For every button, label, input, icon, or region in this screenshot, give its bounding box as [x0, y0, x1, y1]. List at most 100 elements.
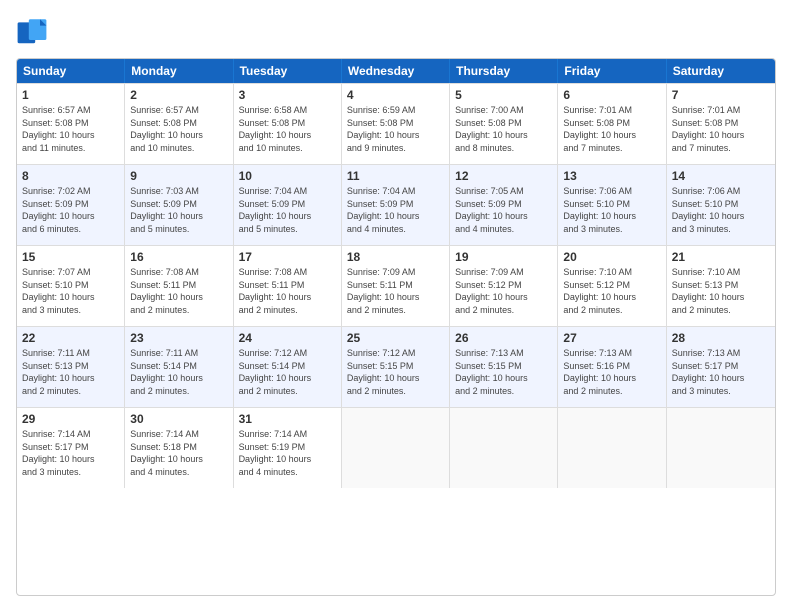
- day-number: 22: [22, 331, 119, 345]
- calendar-cell: 2 Sunrise: 6:57 AMSunset: 5:08 PMDaylight…: [125, 84, 233, 164]
- calendar-cell: 13 Sunrise: 7:06 AMSunset: 5:10 PMDayligh…: [558, 165, 666, 245]
- calendar-cell: 28 Sunrise: 7:13 AMSunset: 5:17 PMDayligh…: [667, 327, 775, 407]
- day-number: 19: [455, 250, 552, 264]
- day-number: 26: [455, 331, 552, 345]
- cell-text: Sunrise: 6:57 AMSunset: 5:08 PMDaylight:…: [130, 104, 227, 154]
- calendar-cell: 3 Sunrise: 6:58 AMSunset: 5:08 PMDaylight…: [234, 84, 342, 164]
- calendar-row: 1 Sunrise: 6:57 AMSunset: 5:08 PMDaylight…: [17, 83, 775, 164]
- calendar-cell: 15 Sunrise: 7:07 AMSunset: 5:10 PMDayligh…: [17, 246, 125, 326]
- cell-text: Sunrise: 7:01 AMSunset: 5:08 PMDaylight:…: [672, 104, 770, 154]
- calendar-header-cell: Saturday: [667, 59, 775, 83]
- day-number: 18: [347, 250, 444, 264]
- calendar-row: 8 Sunrise: 7:02 AMSunset: 5:09 PMDaylight…: [17, 164, 775, 245]
- calendar-cell: 29 Sunrise: 7:14 AMSunset: 5:17 PMDayligh…: [17, 408, 125, 488]
- cell-text: Sunrise: 7:10 AMSunset: 5:13 PMDaylight:…: [672, 266, 770, 316]
- cell-text: Sunrise: 7:10 AMSunset: 5:12 PMDaylight:…: [563, 266, 660, 316]
- logo-icon: [16, 16, 48, 48]
- day-number: 23: [130, 331, 227, 345]
- cell-text: Sunrise: 7:01 AMSunset: 5:08 PMDaylight:…: [563, 104, 660, 154]
- cell-text: Sunrise: 7:08 AMSunset: 5:11 PMDaylight:…: [239, 266, 336, 316]
- day-number: 1: [22, 88, 119, 102]
- cell-text: Sunrise: 7:06 AMSunset: 5:10 PMDaylight:…: [563, 185, 660, 235]
- calendar-cell: 9 Sunrise: 7:03 AMSunset: 5:09 PMDaylight…: [125, 165, 233, 245]
- calendar: SundayMondayTuesdayWednesdayThursdayFrid…: [16, 58, 776, 596]
- cell-text: Sunrise: 7:14 AMSunset: 5:18 PMDaylight:…: [130, 428, 227, 478]
- cell-text: Sunrise: 7:12 AMSunset: 5:14 PMDaylight:…: [239, 347, 336, 397]
- day-number: 6: [563, 88, 660, 102]
- day-number: 13: [563, 169, 660, 183]
- calendar-cell: 24 Sunrise: 7:12 AMSunset: 5:14 PMDayligh…: [234, 327, 342, 407]
- calendar-cell: 19 Sunrise: 7:09 AMSunset: 5:12 PMDayligh…: [450, 246, 558, 326]
- cell-text: Sunrise: 7:12 AMSunset: 5:15 PMDaylight:…: [347, 347, 444, 397]
- cell-text: Sunrise: 7:05 AMSunset: 5:09 PMDaylight:…: [455, 185, 552, 235]
- day-number: 27: [563, 331, 660, 345]
- calendar-header: SundayMondayTuesdayWednesdayThursdayFrid…: [17, 59, 775, 83]
- calendar-cell: 5Sunrise: 7:00 AMSunset: 5:08 PMDaylight…: [450, 84, 558, 164]
- day-number: 25: [347, 331, 444, 345]
- cell-text: Sunrise: 7:14 AMSunset: 5:19 PMDaylight:…: [239, 428, 336, 478]
- day-number: 12: [455, 169, 552, 183]
- calendar-cell: [667, 408, 775, 488]
- day-number: 31: [239, 412, 336, 426]
- day-number: 15: [22, 250, 119, 264]
- calendar-cell: 22 Sunrise: 7:11 AMSunset: 5:13 PMDayligh…: [17, 327, 125, 407]
- day-number: 2: [130, 88, 227, 102]
- day-number: 20: [563, 250, 660, 264]
- calendar-cell: [450, 408, 558, 488]
- calendar-cell: 31 Sunrise: 7:14 AMSunset: 5:19 PMDayligh…: [234, 408, 342, 488]
- day-number: 21: [672, 250, 770, 264]
- calendar-header-cell: Thursday: [450, 59, 558, 83]
- day-number: 28: [672, 331, 770, 345]
- calendar-header-cell: Sunday: [17, 59, 125, 83]
- cell-text: Sunrise: 7:03 AMSunset: 5:09 PMDaylight:…: [130, 185, 227, 235]
- day-number: 30: [130, 412, 227, 426]
- calendar-header-cell: Friday: [558, 59, 666, 83]
- day-number: 29: [22, 412, 119, 426]
- day-number: 3: [239, 88, 336, 102]
- cell-text: Sunrise: 6:59 AMSunset: 5:08 PMDaylight:…: [347, 104, 444, 154]
- calendar-row: 22 Sunrise: 7:11 AMSunset: 5:13 PMDayligh…: [17, 326, 775, 407]
- day-number: 17: [239, 250, 336, 264]
- calendar-cell: [558, 408, 666, 488]
- logo: [16, 16, 52, 48]
- calendar-cell: 20 Sunrise: 7:10 AMSunset: 5:12 PMDayligh…: [558, 246, 666, 326]
- calendar-cell: 17 Sunrise: 7:08 AMSunset: 5:11 PMDayligh…: [234, 246, 342, 326]
- calendar-body: 1 Sunrise: 6:57 AMSunset: 5:08 PMDaylight…: [17, 83, 775, 488]
- cell-text: Sunrise: 7:11 AMSunset: 5:13 PMDaylight:…: [22, 347, 119, 397]
- cell-text: Sunrise: 7:07 AMSunset: 5:10 PMDaylight:…: [22, 266, 119, 316]
- day-number: 14: [672, 169, 770, 183]
- cell-text: Sunrise: 6:57 AMSunset: 5:08 PMDaylight:…: [22, 104, 119, 154]
- day-number: 10: [239, 169, 336, 183]
- cell-text: Sunrise: 7:02 AMSunset: 5:09 PMDaylight:…: [22, 185, 119, 235]
- calendar-cell: 12 Sunrise: 7:05 AMSunset: 5:09 PMDayligh…: [450, 165, 558, 245]
- calendar-cell: [342, 408, 450, 488]
- calendar-cell: 10 Sunrise: 7:04 AMSunset: 5:09 PMDayligh…: [234, 165, 342, 245]
- calendar-cell: 8 Sunrise: 7:02 AMSunset: 5:09 PMDaylight…: [17, 165, 125, 245]
- calendar-cell: 11Sunrise: 7:04 AMSunset: 5:09 PMDayligh…: [342, 165, 450, 245]
- day-number: 24: [239, 331, 336, 345]
- day-number: 11: [347, 169, 444, 183]
- day-number: 5: [455, 88, 552, 102]
- day-number: 4: [347, 88, 444, 102]
- day-number: 8: [22, 169, 119, 183]
- calendar-header-cell: Wednesday: [342, 59, 450, 83]
- cell-text: Sunrise: 7:13 AMSunset: 5:16 PMDaylight:…: [563, 347, 660, 397]
- calendar-cell: 7Sunrise: 7:01 AMSunset: 5:08 PMDaylight…: [667, 84, 775, 164]
- cell-text: Sunrise: 7:04 AMSunset: 5:09 PMDaylight:…: [239, 185, 336, 235]
- header: [16, 16, 776, 48]
- cell-text: Sunrise: 7:14 AMSunset: 5:17 PMDaylight:…: [22, 428, 119, 478]
- cell-text: Sunrise: 7:08 AMSunset: 5:11 PMDaylight:…: [130, 266, 227, 316]
- calendar-cell: 6 Sunrise: 7:01 AMSunset: 5:08 PMDaylight…: [558, 84, 666, 164]
- day-number: 9: [130, 169, 227, 183]
- calendar-cell: 4 Sunrise: 6:59 AMSunset: 5:08 PMDaylight…: [342, 84, 450, 164]
- cell-text: Sunrise: 6:58 AMSunset: 5:08 PMDaylight:…: [239, 104, 336, 154]
- cell-text: Sunrise: 7:09 AMSunset: 5:12 PMDaylight:…: [455, 266, 552, 316]
- day-number: 16: [130, 250, 227, 264]
- page: SundayMondayTuesdayWednesdayThursdayFrid…: [0, 0, 792, 612]
- calendar-cell: 21 Sunrise: 7:10 AMSunset: 5:13 PMDayligh…: [667, 246, 775, 326]
- calendar-cell: 16 Sunrise: 7:08 AMSunset: 5:11 PMDayligh…: [125, 246, 233, 326]
- calendar-cell: 26Sunrise: 7:13 AMSunset: 5:15 PMDayligh…: [450, 327, 558, 407]
- cell-text: Sunrise: 7:13 AMSunset: 5:17 PMDaylight:…: [672, 347, 770, 397]
- calendar-cell: 27 Sunrise: 7:13 AMSunset: 5:16 PMDayligh…: [558, 327, 666, 407]
- calendar-cell: 23Sunrise: 7:11 AMSunset: 5:14 PMDayligh…: [125, 327, 233, 407]
